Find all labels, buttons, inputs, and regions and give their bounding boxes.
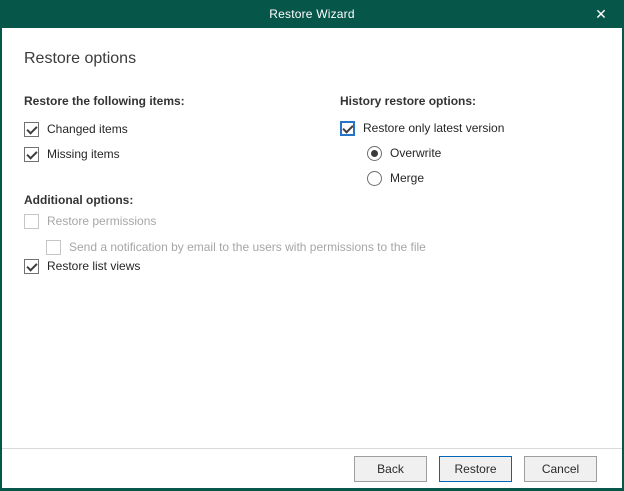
checkbox-label: Restore only latest version bbox=[363, 121, 504, 135]
overwrite-radio[interactable] bbox=[367, 146, 382, 161]
dialog-body: Restore options Restore the following it… bbox=[2, 28, 622, 488]
changed-items-checkbox[interactable] bbox=[24, 122, 39, 137]
cancel-button[interactable]: Cancel bbox=[524, 456, 597, 482]
checkbox-label: Send a notification by email to the user… bbox=[69, 240, 426, 254]
radio-label: Overwrite bbox=[390, 146, 441, 160]
checkbox-row-restore-list-views: Restore list views bbox=[24, 258, 140, 274]
radio-row-overwrite: Overwrite bbox=[367, 145, 441, 161]
restore-only-latest-version-checkbox[interactable] bbox=[340, 121, 355, 136]
checkbox-label: Changed items bbox=[47, 122, 128, 136]
section-label-history-restore-options: History restore options: bbox=[340, 94, 476, 108]
close-icon[interactable]: ✕ bbox=[586, 0, 616, 28]
restore-wizard-dialog: Restore Wizard ✕ Restore options Restore… bbox=[0, 0, 624, 491]
restore-list-views-checkbox[interactable] bbox=[24, 259, 39, 274]
checkbox-label: Missing items bbox=[47, 147, 120, 161]
footer-buttons: Back Restore Cancel bbox=[354, 456, 597, 482]
checkbox-row-missing-items: Missing items bbox=[24, 146, 120, 162]
missing-items-checkbox[interactable] bbox=[24, 147, 39, 162]
back-button[interactable]: Back bbox=[354, 456, 427, 482]
checkbox-label: Restore list views bbox=[47, 259, 140, 273]
restore-permissions-checkbox bbox=[24, 214, 39, 229]
merge-radio[interactable] bbox=[367, 171, 382, 186]
page-title: Restore options bbox=[24, 50, 136, 68]
checkbox-row-changed-items: Changed items bbox=[24, 121, 128, 137]
section-label-following-items: Restore the following items: bbox=[24, 94, 185, 108]
restore-button[interactable]: Restore bbox=[439, 456, 512, 482]
checkbox-row-send-notification: Send a notification by email to the user… bbox=[46, 239, 426, 255]
send-notification-checkbox bbox=[46, 240, 61, 255]
window-title: Restore Wizard bbox=[269, 7, 355, 21]
footer-separator bbox=[2, 448, 622, 449]
section-label-additional-options: Additional options: bbox=[24, 193, 133, 207]
radio-label: Merge bbox=[390, 171, 424, 185]
checkbox-label: Restore permissions bbox=[47, 214, 156, 228]
radio-row-merge: Merge bbox=[367, 170, 424, 186]
titlebar: Restore Wizard ✕ bbox=[0, 0, 624, 28]
checkbox-row-restore-permissions: Restore permissions bbox=[24, 213, 156, 229]
checkbox-row-restore-only-latest: Restore only latest version bbox=[340, 120, 504, 136]
